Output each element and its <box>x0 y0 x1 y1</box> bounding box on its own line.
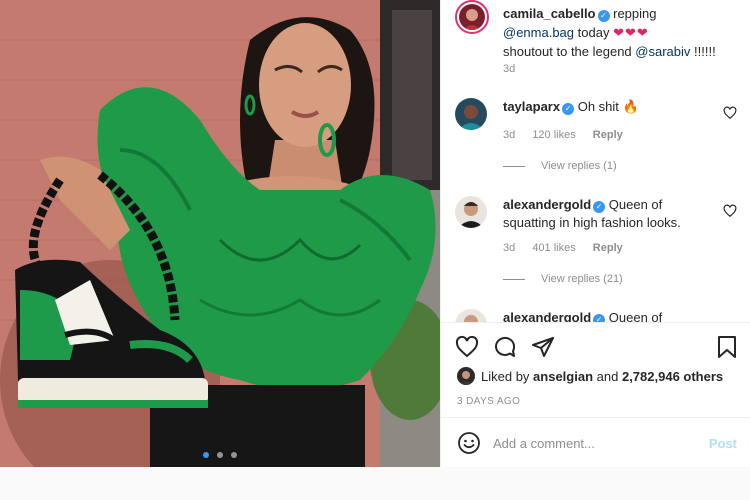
divider-line <box>503 278 525 280</box>
caption-text: !!!!!! <box>694 44 716 59</box>
caption-text: repping <box>613 6 657 21</box>
view-replies-button[interactable]: View replies (21) <box>503 273 623 285</box>
liker-avatar[interactable] <box>457 367 475 385</box>
reply-button[interactable]: Reply <box>593 129 623 141</box>
comment-like-heart-icon[interactable] <box>723 204 737 218</box>
heart-outline-icon[interactable] <box>455 335 479 359</box>
verified-badge-icon: ✓ <box>593 201 606 213</box>
view-replies-label: View replies (21) <box>541 273 623 285</box>
verified-badge-icon: ✓ <box>562 103 575 115</box>
view-replies-button[interactable]: View replies (1) <box>503 160 617 172</box>
author-avatar[interactable] <box>455 0 489 34</box>
carousel-dot <box>217 452 223 458</box>
comment-text: Queen of <box>608 310 663 322</box>
carousel-indicator <box>0 446 440 461</box>
heart-emoji-icon: ❤❤❤ <box>613 25 649 40</box>
photo-illustration <box>0 0 440 467</box>
post-sidebar: camila_cabello ✓ repping @enma.bag today … <box>440 0 750 467</box>
comment-text: Oh shit 🔥 <box>577 99 639 114</box>
comment-meta: 3d 401 likes Reply <box>503 242 637 254</box>
liker-username[interactable]: anselgian <box>533 369 593 384</box>
post-comment-button[interactable]: Post <box>709 436 737 451</box>
verified-badge-icon: ✓ <box>597 10 610 22</box>
comments-list[interactable]: camila_cabello ✓ repping @enma.bag today … <box>441 0 750 322</box>
likes-count-link[interactable]: 2,782,946 others <box>622 369 723 384</box>
commenter-avatar[interactable] <box>455 309 487 322</box>
comment-timestamp[interactable]: 3d <box>503 129 515 141</box>
liked-by-prefix: Liked by <box>481 369 530 384</box>
caption-mention[interactable]: @enma.bag <box>503 25 574 40</box>
instagram-post: camila_cabello ✓ repping @enma.bag today … <box>0 0 750 467</box>
comment-timestamp[interactable]: 3d <box>503 242 515 254</box>
speech-bubble-icon[interactable] <box>493 335 517 359</box>
divider-line <box>503 165 525 167</box>
page-footer-area <box>0 467 750 500</box>
post-actions: Liked by anselgian and 2,782,946 others … <box>441 322 750 467</box>
author-username[interactable]: camila_cabello <box>503 6 596 21</box>
commenter-username[interactable]: taylaparx <box>503 99 560 114</box>
paper-plane-icon[interactable] <box>531 335 555 359</box>
liked-by-conj: and <box>596 369 619 384</box>
caption-mention[interactable]: @sarabiv <box>635 44 690 59</box>
commenter-username[interactable]: alexandergold <box>503 310 591 322</box>
comment-likes[interactable]: 120 likes <box>532 129 575 141</box>
bookmark-icon[interactable] <box>715 335 739 359</box>
caption-timestamp[interactable]: 3d <box>503 63 515 75</box>
commenter-username[interactable]: alexandergold <box>503 197 591 212</box>
comment-likes[interactable]: 401 likes <box>532 242 575 254</box>
comment-meta: 3d 120 likes Reply <box>503 129 637 141</box>
reply-button[interactable]: Reply <box>593 242 623 254</box>
caption-text: shoutout to the legend <box>503 44 632 59</box>
view-replies-label: View replies (1) <box>541 160 617 172</box>
liked-by-summary: Liked by anselgian and 2,782,946 others <box>457 367 723 385</box>
commenter-avatar[interactable] <box>455 98 487 130</box>
comment-like-heart-icon[interactable] <box>723 106 737 120</box>
carousel-dot <box>203 452 210 458</box>
caption-text: today <box>577 25 610 40</box>
comment-input[interactable] <box>493 432 693 454</box>
commenter-avatar[interactable] <box>455 196 487 228</box>
verified-badge-icon: ✓ <box>593 314 606 322</box>
post-date[interactable]: 3 DAYS AGO <box>457 396 520 407</box>
add-comment-bar: Post <box>441 417 750 468</box>
emoji-icon[interactable] <box>457 431 481 455</box>
carousel-dot <box>230 452 237 458</box>
post-photo[interactable] <box>0 0 440 467</box>
